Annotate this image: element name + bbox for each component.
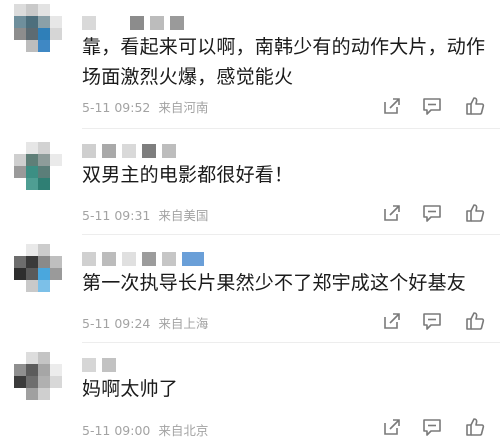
divider bbox=[82, 342, 500, 343]
thumbs-up-icon[interactable] bbox=[464, 202, 486, 224]
comment-actions bbox=[376, 95, 496, 117]
comment-time: 5-11 09:24 bbox=[82, 316, 151, 331]
comment-time: 5-11 09:52 bbox=[82, 100, 151, 115]
share-icon[interactable] bbox=[381, 310, 403, 332]
comment-time: 5-11 09:31 bbox=[82, 208, 151, 223]
thumbs-up-icon[interactable] bbox=[464, 310, 486, 332]
comment-meta: 5-11 09:52 来自河南 bbox=[82, 97, 208, 116]
share-icon[interactable] bbox=[381, 95, 403, 117]
avatar[interactable] bbox=[14, 142, 62, 190]
comment-actions bbox=[376, 416, 496, 438]
comment-actions bbox=[376, 310, 496, 332]
comment-icon[interactable] bbox=[421, 95, 443, 117]
comment-location: 来自上海 bbox=[158, 316, 209, 331]
comment-location: 来自北京 bbox=[158, 423, 209, 438]
username-redacted[interactable] bbox=[82, 358, 116, 372]
comment-text: 双男主的电影都很好看！ bbox=[82, 164, 294, 186]
comment-meta: 5-11 09:00 来自北京 bbox=[82, 420, 208, 439]
thumbs-up-icon[interactable] bbox=[464, 416, 486, 438]
comment-actions bbox=[376, 202, 496, 224]
comment-icon[interactable] bbox=[421, 310, 443, 332]
thumbs-up-icon[interactable] bbox=[464, 95, 486, 117]
username-redacted[interactable] bbox=[82, 144, 176, 158]
avatar[interactable] bbox=[14, 244, 62, 292]
comment-meta: 5-11 09:31 来自美国 bbox=[82, 205, 208, 224]
comment-text: 第一次执导长片果然少不了郑宇成这个好基友 bbox=[82, 272, 467, 294]
avatar[interactable] bbox=[14, 352, 62, 400]
comment-icon[interactable] bbox=[421, 416, 443, 438]
avatar[interactable] bbox=[14, 4, 62, 52]
username-redacted[interactable] bbox=[82, 252, 204, 266]
divider bbox=[82, 234, 500, 235]
comment-icon[interactable] bbox=[421, 202, 443, 224]
divider bbox=[82, 128, 500, 129]
comment-meta: 5-11 09:24 来自上海 bbox=[82, 313, 208, 332]
share-icon[interactable] bbox=[381, 416, 403, 438]
username-redacted[interactable] bbox=[82, 16, 184, 30]
comment-location: 来自河南 bbox=[158, 100, 209, 115]
comment-location: 来自美国 bbox=[158, 208, 209, 223]
comment-text: 妈啊太帅了 bbox=[82, 378, 179, 400]
comment-time: 5-11 09:00 bbox=[82, 423, 151, 438]
comment-text: 靠，看起来可以啊，南韩少有的动作大片，动作场面激烈火爆，感觉能火 bbox=[82, 36, 486, 88]
share-icon[interactable] bbox=[381, 202, 403, 224]
